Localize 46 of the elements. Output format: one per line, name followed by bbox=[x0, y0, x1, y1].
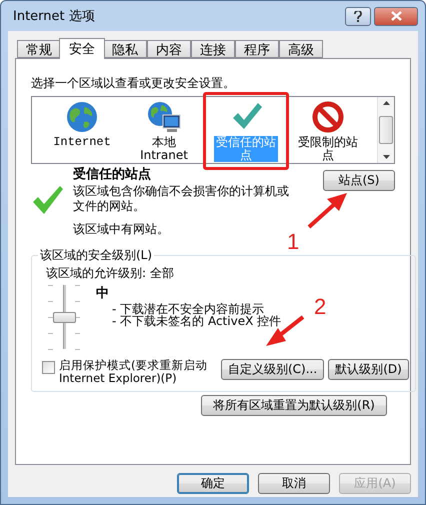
help-button[interactable] bbox=[345, 6, 371, 26]
custom-level-button[interactable]: 自定义级别(C)... bbox=[221, 359, 324, 380]
annotation-number: 2 bbox=[314, 294, 326, 320]
dialog-button[interactable]: 取消 bbox=[258, 473, 330, 494]
zone-item[interactable]: 本地 Intranet bbox=[124, 100, 204, 163]
dialog-button[interactable]: 确定 bbox=[177, 473, 249, 494]
globe-icon bbox=[65, 100, 99, 134]
scroll-up-icon[interactable] bbox=[382, 101, 390, 105]
checkbox-label: 启用保护模式(要求重新启动 Internet Explorer)(P) bbox=[59, 359, 208, 385]
default-level-button[interactable]: 默认级别(D) bbox=[328, 359, 409, 380]
annotation-number: 1 bbox=[287, 229, 300, 255]
globe-monitor-icon bbox=[146, 100, 182, 134]
level-name: 中 bbox=[96, 285, 110, 303]
allowed-level-text: 该区域的允许级别: 全部 bbox=[46, 266, 175, 281]
help-icon bbox=[354, 10, 362, 22]
zone-label: 受信任的站点 bbox=[214, 136, 278, 162]
tab[interactable]: 连接 bbox=[191, 40, 235, 58]
zone-label: 本地 Intranet bbox=[139, 136, 189, 162]
tab[interactable]: 高级 bbox=[279, 40, 323, 58]
zone-item[interactable]: 受限制的站点 bbox=[288, 100, 368, 163]
zone-note: 该区域中有网站。 bbox=[73, 222, 170, 237]
prompt-text: 选择一个区域以查看或更改安全设置。 bbox=[31, 76, 236, 91]
zone-label: Internet bbox=[52, 136, 112, 149]
tab[interactable]: 程序 bbox=[235, 40, 279, 58]
zone-item[interactable]: Internet bbox=[42, 100, 122, 163]
close-icon bbox=[390, 11, 402, 21]
level-bullet: - 下载潜在不安全内容前提示 bbox=[112, 303, 264, 315]
arrow bbox=[308, 193, 347, 228]
forbidden-icon bbox=[311, 100, 345, 134]
group-legend: 该区域的安全级别(L) bbox=[38, 247, 154, 264]
zone-title: 受信任的站点 bbox=[73, 166, 152, 184]
close-button[interactable] bbox=[374, 6, 418, 26]
scroll-down-icon[interactable] bbox=[382, 155, 390, 159]
tab[interactable]: 常规 bbox=[17, 40, 61, 58]
window-title: Internet 选项 bbox=[12, 8, 96, 25]
tab[interactable]: 隐私 bbox=[103, 40, 147, 58]
checkbox[interactable] bbox=[42, 361, 55, 374]
sites-button[interactable]: 站点(S) bbox=[323, 170, 395, 191]
level-bullet: - 不下载未签名的 ActiveX 控件 bbox=[112, 315, 282, 327]
tab[interactable]: 安全 bbox=[59, 38, 105, 59]
zone-label: 受限制的站点 bbox=[297, 136, 359, 162]
tab[interactable]: 内容 bbox=[147, 40, 191, 58]
reset-all-button[interactable]: 将所有区域重置为默认级别(R) bbox=[201, 395, 387, 416]
scrollbar[interactable] bbox=[377, 97, 394, 163]
level-slider[interactable] bbox=[46, 285, 82, 349]
zone-description: 该区域包含你确信不会损害你的计算机或文件的网站。 bbox=[73, 184, 290, 214]
